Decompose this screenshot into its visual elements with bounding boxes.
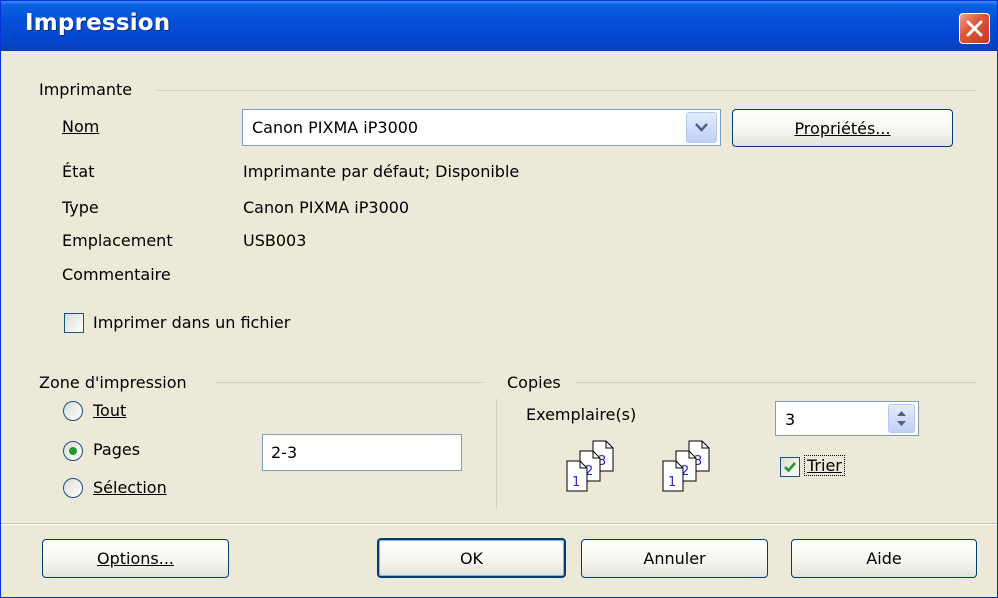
- collate-checkbox[interactable]: [780, 457, 800, 477]
- collate-set-1: 3 2 1: [566, 440, 614, 492]
- print-dialog: Impression Imprimante Nom Canon PIXMA iP…: [0, 0, 998, 598]
- copies-spinner-buttons[interactable]: [888, 404, 915, 433]
- ok-button-label: OK: [459, 548, 484, 568]
- collate-page-label: 1: [668, 475, 676, 490]
- properties-button[interactable]: Propriétés...: [732, 109, 953, 147]
- printer-select-value: Canon PIXMA iP3000: [252, 118, 419, 137]
- close-button[interactable]: [959, 13, 990, 44]
- up-down-arrows-icon: [897, 411, 906, 426]
- printer-group-line: [157, 90, 977, 91]
- pages-input[interactable]: 2-3: [262, 434, 462, 471]
- copies-spinner[interactable]: 3: [775, 401, 919, 436]
- radio-all[interactable]: [63, 401, 83, 421]
- copies-count-label: Exemplaire(s): [526, 405, 637, 424]
- copies-spinner-value: 3: [785, 410, 796, 429]
- print-to-file-label[interactable]: Imprimer dans un fichier: [93, 313, 290, 332]
- properties-button-label: Propriétés...: [794, 118, 891, 138]
- cancel-button-label: Annuler: [643, 549, 706, 568]
- location-value: USB003: [243, 231, 307, 250]
- radio-all-label-text: Tout: [93, 401, 127, 420]
- status-label: État: [62, 162, 95, 181]
- collate-label-text: Trier: [807, 456, 842, 475]
- collate-page-label: 1: [572, 475, 580, 490]
- group-separator: [496, 399, 497, 509]
- radio-selection[interactable]: [63, 478, 83, 498]
- location-label: Emplacement: [62, 231, 173, 250]
- pages-input-value: 2-3: [271, 443, 298, 462]
- name-label: Nom: [62, 117, 99, 136]
- print-range-group-label: Zone d'impression: [39, 373, 187, 392]
- radio-selection-label-text: Sélection: [93, 478, 167, 497]
- radio-pages-selected-dot: [69, 447, 77, 455]
- radio-all-label[interactable]: Tout: [93, 401, 126, 420]
- help-button-label: Aide: [866, 549, 902, 568]
- options-button-label: Options...: [97, 549, 174, 568]
- name-label-text: Nom: [62, 117, 100, 136]
- printer-dropdown-button[interactable]: [686, 112, 717, 143]
- radio-selection-label[interactable]: Sélection: [93, 478, 167, 497]
- status-value: Imprimante par défaut; Disponible: [243, 162, 520, 181]
- copies-group-label: Copies: [507, 373, 561, 392]
- comment-label: Commentaire: [62, 265, 171, 284]
- options-button[interactable]: Options...: [42, 539, 229, 578]
- type-label: Type: [62, 198, 99, 217]
- print-range-group-line: [215, 382, 483, 383]
- type-value: Canon PIXMA iP3000: [243, 198, 410, 217]
- collate-label[interactable]: Trier: [804, 455, 845, 476]
- collate-pages-icon: 3 2 1 3 2 1: [566, 440, 710, 492]
- radio-pages[interactable]: [63, 441, 83, 461]
- title-bar[interactable]: Impression: [1, 1, 997, 51]
- close-icon: [966, 20, 983, 37]
- checkmark-icon: [784, 462, 796, 473]
- printer-select[interactable]: Canon PIXMA iP3000: [242, 109, 721, 146]
- footer-separator-highlight: [1, 524, 997, 525]
- copies-group-line: [576, 382, 977, 383]
- ok-button[interactable]: OK: [377, 538, 566, 578]
- help-button[interactable]: Aide: [791, 539, 977, 578]
- radio-pages-label[interactable]: Pages: [93, 440, 140, 459]
- print-to-file-checkbox[interactable]: [64, 313, 84, 333]
- window-title: Impression: [25, 10, 171, 36]
- printer-group-label: Imprimante: [39, 80, 133, 99]
- chevron-down-icon: [695, 123, 708, 132]
- collate-set-2: 3 2 1: [662, 440, 710, 492]
- cancel-button[interactable]: Annuler: [581, 539, 768, 578]
